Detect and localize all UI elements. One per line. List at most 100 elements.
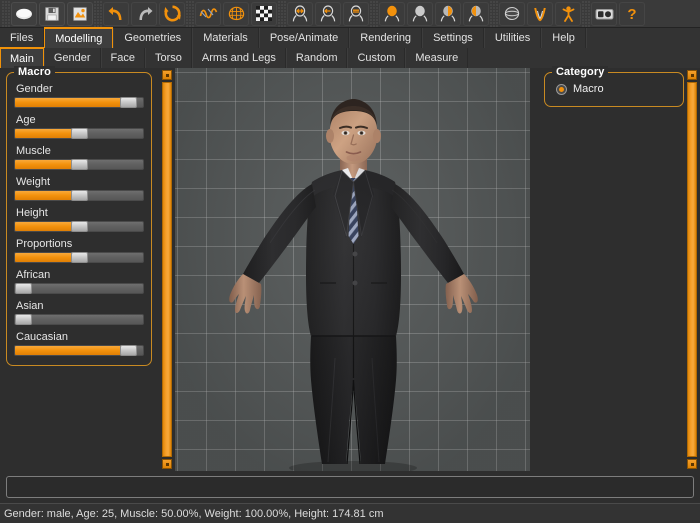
left-settings-panel: Macro Gender Age Muscle: [0, 68, 160, 471]
right-view-icon[interactable]: [379, 2, 405, 26]
menu-item-help[interactable]: Help: [541, 28, 586, 48]
help-icon[interactable]: ?: [619, 2, 645, 26]
slider-row-gender: Gender: [14, 83, 144, 108]
wireframe-icon[interactable]: [223, 2, 249, 26]
slider-height[interactable]: [14, 221, 144, 232]
menu-item-utilities[interactable]: Utilities: [484, 28, 541, 48]
tab-custom[interactable]: Custom: [347, 48, 405, 68]
subdivision-icon[interactable]: [251, 2, 277, 26]
load-file-icon[interactable]: [67, 2, 93, 26]
scroll-thumb[interactable]: [687, 82, 697, 457]
slider-weight[interactable]: [14, 190, 144, 201]
slider-label-asian: Asian: [14, 300, 144, 312]
toolbar-separator: [490, 1, 498, 27]
redo-icon[interactable]: [131, 2, 157, 26]
grab-screen-icon[interactable]: [591, 2, 617, 26]
category-option-macro[interactable]: Macro: [552, 81, 676, 97]
menu-item-rendering[interactable]: Rendering: [349, 28, 422, 48]
slider-row-weight: Weight: [14, 176, 144, 201]
smooth-shading-icon[interactable]: [195, 2, 221, 26]
left-panel-scrollbar[interactable]: [162, 70, 172, 469]
side-view-icon[interactable]: [463, 2, 489, 26]
new-file-icon[interactable]: [11, 2, 37, 26]
toolbar-group-cameras: [498, 1, 582, 27]
category-group-box: Category Macro: [544, 72, 684, 107]
3d-viewport[interactable]: [175, 68, 530, 471]
slider-row-age: Age: [14, 114, 144, 139]
main-toolbar: ?: [0, 0, 700, 28]
tab-torso[interactable]: Torso: [145, 48, 192, 68]
tab-face[interactable]: Face: [101, 48, 145, 68]
slider-age[interactable]: [14, 128, 144, 139]
toolbar-group-edit: [102, 1, 186, 27]
tab-random[interactable]: Random: [286, 48, 348, 68]
slider-label-proportions: Proportions: [14, 238, 144, 250]
front-view-icon[interactable]: [287, 2, 313, 26]
viewport-vignette: [175, 68, 530, 471]
radio-button-icon[interactable]: [556, 84, 567, 95]
toolbar-separator: [2, 1, 10, 27]
reset-mesh-icon[interactable]: [159, 2, 185, 26]
top-view-icon[interactable]: [407, 2, 433, 26]
toolbar-separator: [186, 1, 194, 27]
macro-group-box: Macro Gender Age Muscle: [6, 72, 152, 366]
menu-bar-filler: [586, 28, 700, 48]
menu-item-modelling[interactable]: Modelling: [44, 27, 113, 48]
menu-item-files[interactable]: Files: [0, 28, 44, 48]
svg-text:?: ?: [627, 6, 636, 22]
slider-row-proportions: Proportions: [14, 238, 144, 263]
scroll-up-arrow[interactable]: [162, 70, 172, 80]
scroll-up-arrow[interactable]: [687, 70, 697, 80]
category-group-title: Category: [552, 66, 608, 78]
slider-row-height: Height: [14, 207, 144, 232]
slider-gender[interactable]: [14, 97, 144, 108]
slider-african[interactable]: [14, 283, 144, 294]
menu-item-materials[interactable]: Materials: [192, 28, 259, 48]
scroll-thumb[interactable]: [162, 82, 172, 457]
toolbar-group-views-a: [286, 1, 370, 27]
slider-muscle[interactable]: [14, 159, 144, 170]
toolbar-separator: [278, 1, 286, 27]
menu-item-pose-animate[interactable]: Pose/Animate: [259, 28, 349, 48]
left-view-icon[interactable]: [343, 2, 369, 26]
slider-label-height: Height: [14, 207, 144, 219]
toolbar-group-views-b: [378, 1, 490, 27]
command-input[interactable]: [6, 476, 694, 498]
bottom-view-icon[interactable]: [435, 2, 461, 26]
slider-row-muscle: Muscle: [14, 145, 144, 170]
slider-row-african: African: [14, 269, 144, 294]
slider-label-muscle: Muscle: [14, 145, 144, 157]
menu-item-settings[interactable]: Settings: [422, 28, 484, 48]
category-option-label: Macro: [573, 83, 604, 95]
main-menu-bar: Files Modelling Geometries Materials Pos…: [0, 28, 700, 48]
scroll-down-arrow[interactable]: [687, 459, 697, 469]
menu-item-geometries[interactable]: Geometries: [113, 28, 192, 48]
slider-proportions[interactable]: [14, 252, 144, 263]
main-work-area: Macro Gender Age Muscle: [0, 68, 700, 471]
slider-label-weight: Weight: [14, 176, 144, 188]
slider-label-age: Age: [14, 114, 144, 126]
body-camera-icon[interactable]: [555, 2, 581, 26]
tab-measure[interactable]: Measure: [405, 48, 468, 68]
toolbar-separator: [370, 1, 378, 27]
toolbar-separator: [582, 1, 590, 27]
global-camera-icon[interactable]: [499, 2, 525, 26]
undo-icon[interactable]: [103, 2, 129, 26]
save-file-icon[interactable]: [39, 2, 65, 26]
macro-group-title: Macro: [14, 66, 55, 78]
slider-caucasian[interactable]: [14, 345, 144, 356]
right-panel-scrollbar[interactable]: [687, 70, 697, 469]
toolbar-group-display: [194, 1, 278, 27]
face-camera-icon[interactable]: [527, 2, 553, 26]
tab-main[interactable]: Main: [0, 47, 44, 68]
toolbar-group-file: [10, 1, 94, 27]
slider-asian[interactable]: [14, 314, 144, 325]
tab-gender[interactable]: Gender: [44, 48, 101, 68]
slider-label-gender: Gender: [14, 83, 144, 95]
tab-arms-and-legs[interactable]: Arms and Legs: [192, 48, 286, 68]
scroll-down-arrow[interactable]: [162, 459, 172, 469]
back-view-icon[interactable]: [315, 2, 341, 26]
status-bar: Gender: male, Age: 25, Muscle: 50.00%, W…: [0, 503, 700, 523]
slider-row-asian: Asian: [14, 300, 144, 325]
status-bar-text: Gender: male, Age: 25, Muscle: 50.00%, W…: [0, 508, 384, 520]
